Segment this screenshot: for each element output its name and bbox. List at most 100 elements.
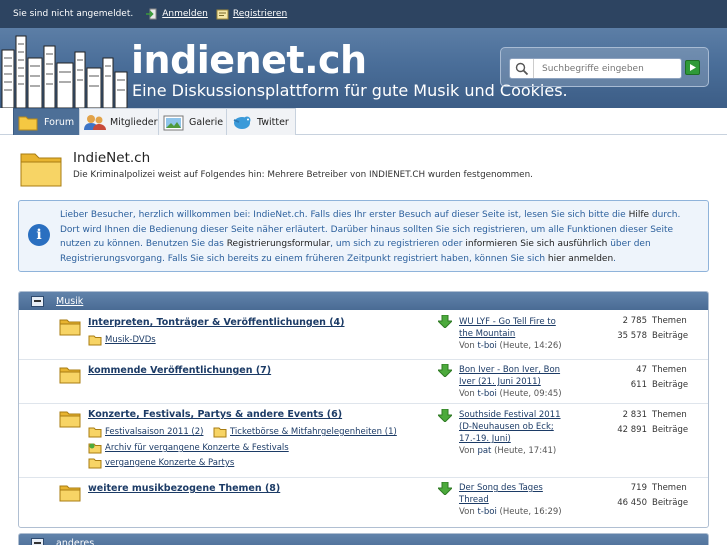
tab-forum-label: Forum bbox=[44, 116, 75, 128]
thread-count-label: Themen bbox=[652, 410, 687, 420]
board-title-link[interactable]: Konzerte, Festivals, Partys & andere Eve… bbox=[88, 409, 342, 420]
last-post: Bon Iver - Bon Iver, Bon Iver (21. Juni … bbox=[459, 364, 571, 400]
last-post-time: (Heute, 14:26) bbox=[499, 341, 562, 351]
by-prefix: Von bbox=[459, 507, 475, 517]
subboard-link[interactable]: Ticketbörse & Mitfahrgelegenheiten (1) bbox=[213, 426, 397, 438]
last-post-user-link[interactable]: t-boi bbox=[477, 389, 496, 399]
thread-count-label: Themen bbox=[652, 483, 687, 493]
thread-count: 719 bbox=[630, 483, 647, 493]
last-post-meta: Von t-boi (Heute, 09:45) bbox=[459, 389, 562, 399]
subfolder-icon bbox=[88, 458, 102, 469]
board-row: Interpreten, Tonträger & Veröffentlichun… bbox=[19, 310, 708, 360]
welcome-info-box: i Lieber Besucher, herzlich willkommen b… bbox=[18, 200, 709, 272]
help-link[interactable]: Hilfe bbox=[629, 210, 649, 220]
last-post-arrow-icon[interactable] bbox=[438, 409, 452, 422]
main-navigation: Forum Mitglieder Galerie Twitter bbox=[0, 108, 727, 135]
collapse-toggle[interactable] bbox=[31, 295, 44, 307]
thread-count: 47 bbox=[636, 365, 647, 375]
city-skyline-logo bbox=[1, 35, 128, 108]
registration-info-link[interactable]: informieren Sie sich ausführlich bbox=[465, 239, 607, 249]
tab-forum[interactable]: Forum bbox=[13, 108, 82, 135]
welcome-text: Lieber Besucher, herzlich willkommen bei… bbox=[60, 208, 700, 266]
last-post-user-link[interactable]: pat bbox=[477, 446, 491, 456]
subfolder-icon bbox=[88, 335, 102, 346]
subboard-label: Festivalsaison 2011 (2) bbox=[105, 427, 204, 437]
welcome-text-part: , um sich zu registrieren oder bbox=[330, 239, 466, 249]
welcome-text-part: . bbox=[613, 253, 617, 264]
board-row: weitere musikbezogene Themen (8) Der Son… bbox=[19, 478, 708, 527]
welcome-text-part: Lieber Besucher, herzlich willkommen bei… bbox=[60, 210, 629, 220]
tab-members[interactable]: Mitglieder bbox=[79, 108, 165, 135]
category-title-link[interactable]: anderes bbox=[56, 538, 94, 545]
register-icon bbox=[216, 8, 229, 20]
post-count: 611 bbox=[630, 380, 647, 390]
register-link[interactable]: Registrieren bbox=[216, 8, 287, 20]
login-label: Anmelden bbox=[162, 9, 208, 19]
post-count-label: Beiträge bbox=[652, 380, 689, 390]
thread-count-label: Themen bbox=[652, 365, 687, 375]
last-post-meta: Von t-boi (Heute, 14:26) bbox=[459, 341, 562, 351]
board-folder-icon bbox=[59, 485, 81, 502]
subboard-link[interactable]: Musik-DVDs bbox=[88, 334, 156, 346]
subboard-link[interactable]: vergangene Konzerte & Partys bbox=[88, 457, 234, 469]
category-anderes: anderes bbox=[18, 533, 709, 545]
board-row: Konzerte, Festivals, Partys & andere Eve… bbox=[19, 404, 708, 478]
tab-twitter[interactable]: Twitter bbox=[226, 108, 296, 135]
by-prefix: Von bbox=[459, 446, 475, 456]
category-title-link[interactable]: Musik bbox=[56, 296, 83, 307]
site-title: indienet.ch bbox=[131, 38, 367, 82]
search-field bbox=[509, 58, 682, 79]
last-post-time: (Heute, 17:41) bbox=[494, 446, 557, 456]
last-post-arrow-icon[interactable] bbox=[438, 315, 452, 328]
subboard-label: vergangene Konzerte & Partys bbox=[105, 458, 235, 468]
by-prefix: Von bbox=[459, 341, 475, 351]
subboard-link[interactable]: Festivalsaison 2011 (2) bbox=[88, 426, 203, 438]
login-status: Sie sind nicht angemeldet. bbox=[13, 9, 134, 19]
last-post-time: (Heute, 09:45) bbox=[499, 389, 562, 399]
post-count: 35 578 bbox=[617, 331, 647, 341]
tab-gallery[interactable]: Galerie bbox=[158, 108, 231, 135]
login-link[interactable]: Anmelden bbox=[145, 8, 208, 20]
board-stats: 719 Themen 46 450 Beiträge bbox=[579, 481, 699, 511]
login-here-link[interactable]: hier anmelden bbox=[548, 254, 613, 264]
search-icon[interactable] bbox=[510, 59, 534, 78]
page-description: Die Kriminalpolizei weist auf Folgendes … bbox=[73, 170, 533, 180]
board-title-link[interactable]: Interpreten, Tonträger & Veröffentlichun… bbox=[88, 317, 345, 328]
subboard-label: Archiv für vergangene Konzerte & Festiva… bbox=[105, 443, 289, 453]
tab-gallery-label: Galerie bbox=[189, 116, 224, 128]
last-post-title-link[interactable]: Bon Iver - Bon Iver, Bon Iver (21. Juni … bbox=[459, 365, 560, 387]
last-post-arrow-icon[interactable] bbox=[438, 482, 452, 495]
last-post-title-link[interactable]: Der Song des Tages Thread bbox=[459, 483, 543, 505]
board-title-link[interactable]: weitere musikbezogene Themen (8) bbox=[88, 483, 280, 494]
play-arrow-icon bbox=[690, 64, 696, 71]
board-stats: 2 831 Themen 42 891 Beiträge bbox=[579, 408, 699, 438]
last-post-user-link[interactable]: t-boi bbox=[477, 341, 496, 351]
forum-folder-icon bbox=[20, 153, 62, 187]
search-box bbox=[500, 47, 709, 87]
search-input[interactable] bbox=[534, 63, 674, 74]
subboard-link[interactable]: Archiv für vergangene Konzerte & Festiva… bbox=[88, 442, 289, 454]
last-post-user-link[interactable]: t-boi bbox=[477, 507, 496, 517]
info-icon: i bbox=[28, 224, 50, 246]
page-title: IndieNet.ch bbox=[73, 150, 151, 166]
board-title-link[interactable]: kommende Veröffentlichungen (7) bbox=[88, 365, 271, 376]
tab-twitter-label: Twitter bbox=[257, 116, 289, 128]
user-bar: Sie sind nicht angemeldet. Anmelden Regi… bbox=[0, 0, 727, 28]
board-row: kommende Veröffentlichungen (7) Bon Iver… bbox=[19, 360, 708, 404]
registration-form-link[interactable]: Registrierungsformular bbox=[227, 239, 330, 249]
folder-icon bbox=[18, 113, 40, 131]
subfolder-icon bbox=[88, 427, 102, 438]
last-post-title-link[interactable]: Southside Festival 2011 (D-Neuhausen ob … bbox=[459, 410, 561, 444]
last-post-arrow-icon[interactable] bbox=[438, 364, 452, 377]
board-folder-icon bbox=[59, 411, 81, 428]
site-header: indienet.ch Eine Diskussionsplattform fü… bbox=[0, 28, 727, 108]
subfolder-icon bbox=[213, 427, 227, 438]
last-post: Southside Festival 2011 (D-Neuhausen ob … bbox=[459, 409, 571, 457]
collapse-toggle[interactable] bbox=[31, 537, 44, 545]
board-stats: 2 785 Themen 35 578 Beiträge bbox=[579, 314, 699, 344]
last-post-title-link[interactable]: WU LYF - Go Tell Fire to the Mountain bbox=[459, 317, 556, 339]
board-folder-icon bbox=[59, 367, 81, 384]
post-count: 42 891 bbox=[617, 425, 647, 435]
search-submit-button[interactable] bbox=[685, 60, 700, 75]
post-count-label: Beiträge bbox=[652, 425, 689, 435]
